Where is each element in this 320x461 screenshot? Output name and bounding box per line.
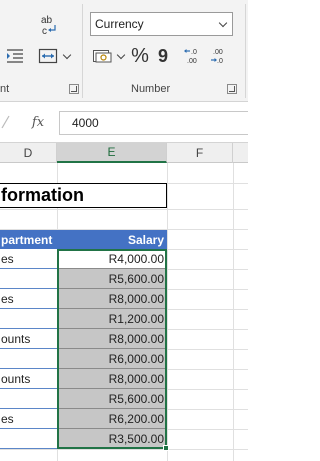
number-format-dropdown[interactable]: Currency — [90, 12, 233, 36]
formula-input[interactable]: 4000 — [59, 111, 248, 135]
column-header-e[interactable]: E — [57, 143, 167, 163]
sheet-title-cell[interactable]: formation — [0, 183, 167, 208]
svg-text:.0: .0 — [217, 58, 223, 65]
salary-cell[interactable]: R6,200.00 — [57, 409, 167, 429]
comma-style-button[interactable]: 9 — [156, 44, 170, 68]
gridline — [233, 163, 234, 461]
salary-cell[interactable]: R6,000.00 — [57, 349, 167, 369]
comma-icon: 9 — [157, 45, 168, 66]
ribbon-separator — [82, 4, 83, 98]
department-cell[interactable]: ounts — [0, 369, 57, 389]
department-cell[interactable]: ounts — [0, 329, 57, 349]
department-cell[interactable]: es — [0, 409, 57, 429]
department-cell[interactable] — [0, 389, 57, 409]
number-format-value: Currency — [95, 17, 144, 31]
accounting-format-icon — [93, 50, 112, 63]
column-header-d[interactable]: D — [0, 143, 57, 163]
svg-text:.00: .00 — [187, 58, 197, 65]
department-cell[interactable] — [0, 309, 57, 329]
svg-text:.0: .0 — [191, 49, 197, 56]
salary-header-cell[interactable]: Salary — [57, 230, 167, 249]
accounting-dropdown-icon[interactable] — [116, 50, 126, 59]
chevron-down-icon[interactable] — [214, 18, 232, 27]
salary-cell[interactable]: R8,000.00 — [57, 289, 167, 309]
ribbon: ab c nt Currency % 9 .0 .00 .00 .0 Numbe… — [0, 0, 248, 102]
svg-text:ab: ab — [41, 15, 53, 26]
insert-function-button[interactable]: fx — [27, 112, 49, 132]
number-group-label: Number — [131, 83, 171, 95]
wrap-text-button[interactable]: ab c — [37, 12, 61, 38]
department-cell[interactable] — [0, 349, 57, 369]
wrap-text-icon: ab c — [41, 15, 56, 37]
svg-text:c: c — [42, 26, 47, 37]
number-dialog-launcher-icon[interactable] — [227, 84, 237, 94]
percent-icon: % — [131, 44, 149, 67]
salary-cell[interactable]: R1,200.00 — [57, 309, 167, 329]
indent-button[interactable] — [5, 44, 25, 68]
cancel-entry-icon[interactable] — [0, 114, 10, 130]
decrease-decimal-icon: .00 .0 — [211, 49, 223, 65]
merge-center-icon — [38, 48, 58, 64]
alignment-dialog-launcher-icon[interactable] — [69, 84, 79, 94]
department-header-cell[interactable]: partment — [0, 230, 57, 249]
decrease-decimal-button[interactable]: .00 .0 — [209, 44, 231, 68]
merge-center-button[interactable] — [36, 44, 72, 68]
percent-style-button[interactable]: % — [130, 44, 150, 68]
increase-decimal-icon: .0 .00 — [184, 49, 197, 65]
svg-text:.00: .00 — [213, 49, 223, 56]
salary-cell[interactable]: R5,600.00 — [57, 389, 167, 409]
gridline — [0, 209, 248, 210]
accounting-format-button[interactable] — [90, 44, 126, 68]
salary-cell[interactable]: R5,600.00 — [57, 269, 167, 289]
department-cell[interactable] — [0, 429, 57, 449]
increase-decimal-button[interactable]: .0 .00 — [183, 44, 205, 68]
merge-center-dropdown-icon[interactable] — [62, 50, 72, 59]
department-cell[interactable]: es — [0, 289, 57, 309]
ribbon-separator — [245, 4, 246, 98]
salary-cell-active[interactable]: R4,000.00 — [57, 249, 167, 269]
formula-bar: fx 4000 — [0, 102, 248, 143]
department-cell[interactable]: es — [0, 249, 57, 269]
department-cell[interactable] — [0, 269, 57, 289]
worksheet-grid[interactable]: formation partment Salary es R4,000.00 R… — [0, 163, 248, 461]
gridline — [0, 449, 248, 450]
salary-cell[interactable]: R8,000.00 — [57, 369, 167, 389]
column-headers: D E F — [0, 143, 248, 163]
indent-icon — [7, 49, 23, 63]
fill-handle[interactable] — [163, 445, 169, 451]
salary-cell[interactable]: R8,000.00 — [57, 329, 167, 349]
column-header-f[interactable]: F — [167, 143, 233, 163]
gridline — [167, 163, 168, 461]
fx-icon: fx — [31, 114, 45, 130]
alignment-group-label: nt — [0, 83, 10, 95]
salary-cell[interactable]: R3,500.00 — [57, 429, 167, 449]
